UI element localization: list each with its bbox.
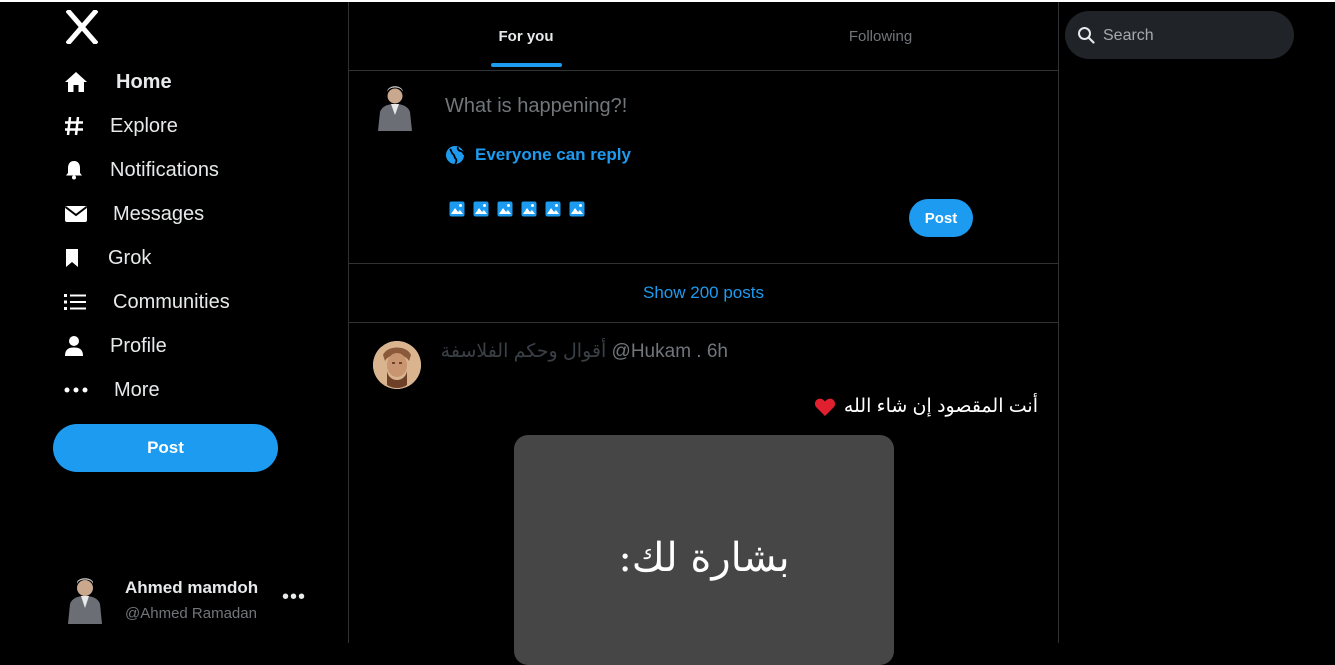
nav-item-explore[interactable]: Explore — [64, 106, 178, 146]
account-name: Ahmed mamdoh — [125, 578, 259, 597]
tweet-media[interactable]: بشارة لك: — [514, 435, 894, 665]
compose-toolbar — [449, 201, 585, 217]
image-icon[interactable] — [569, 201, 585, 217]
hashtag-icon — [64, 114, 94, 138]
nav-item-messages[interactable]: Messages — [64, 194, 204, 234]
tweet-author-name[interactable]: أقوال وحكم الفلاسفة — [441, 341, 607, 362]
compose-post-button[interactable]: Post — [909, 199, 973, 237]
sidebar-post-button[interactable]: Post — [53, 424, 278, 472]
nav-label-home: Home — [116, 70, 172, 93]
bell-icon — [64, 158, 94, 182]
list-icon — [64, 290, 94, 314]
timeline: For you Following Everyone can reply — [348, 2, 1059, 665]
timeline-tabs: For you Following — [349, 2, 1058, 71]
image-icon[interactable] — [545, 201, 561, 217]
nav-item-home[interactable]: Home — [64, 62, 172, 102]
active-tab-indicator — [491, 63, 562, 67]
red-heart-emoji-icon — [814, 398, 835, 416]
search-input[interactable] — [1101, 21, 1285, 51]
more-dots-icon — [64, 378, 94, 402]
compose-input[interactable] — [445, 95, 1005, 118]
nav-item-profile[interactable]: Profile — [64, 326, 167, 366]
nav-label-profile: Profile — [110, 334, 167, 357]
nav-label-grok: Grok — [108, 246, 152, 269]
nav-item-more[interactable]: More — [64, 370, 160, 410]
account-handle: @Ahmed Ramadan — [125, 605, 257, 622]
nav-label-notifications: Notifications — [110, 158, 219, 181]
tweet-handle-time: @Hukam . 6h — [611, 341, 728, 362]
account-switcher[interactable]: Ahmed mamdoh @Ahmed Ramadan ••• — [64, 570, 314, 626]
search-icon — [1078, 27, 1095, 44]
reply-setting-button[interactable]: Everyone can reply — [445, 145, 631, 165]
nav-item-grok[interactable]: Grok — [64, 238, 151, 278]
compose-avatar — [375, 83, 415, 131]
tab-following[interactable]: Following — [703, 2, 1058, 70]
bookmark-icon — [64, 246, 94, 270]
image-icon[interactable] — [449, 201, 465, 217]
nav-label-messages: Messages — [113, 202, 205, 225]
compose-box: Everyone can reply Post — [349, 71, 1058, 264]
tweet-text-content: أنت المقصود إن شاء الله — [843, 396, 1038, 417]
tweet-header: أقوال وحكم الفلاسفة @Hukam . 6h — [441, 340, 728, 363]
nav-item-notifications[interactable]: Notifications — [64, 150, 219, 190]
tweet-author-avatar[interactable] — [373, 341, 421, 389]
tweet-media-text: بشارة لك: — [618, 535, 790, 581]
globe-icon — [446, 146, 465, 165]
nav-label-communities: Communities — [113, 290, 230, 313]
image-icon[interactable] — [521, 201, 537, 217]
person-icon — [64, 334, 94, 358]
image-icon[interactable] — [497, 201, 513, 217]
search-bar[interactable] — [1065, 11, 1294, 59]
nav-label-explore: Explore — [110, 114, 178, 137]
image-icon[interactable] — [473, 201, 489, 217]
show-new-posts-button[interactable]: Show 200 posts — [349, 264, 1058, 323]
home-icon — [64, 70, 94, 94]
tweet-text: أنت المقصود إن شاء الله — [814, 395, 1038, 418]
reply-setting-label: Everyone can reply — [475, 145, 631, 164]
tab-for-you[interactable]: For you — [349, 2, 703, 70]
tweet[interactable]: أقوال وحكم الفلاسفة @Hukam . 6h أنت المق… — [349, 323, 1058, 665]
x-logo-icon[interactable] — [66, 10, 98, 44]
nav-item-communities[interactable]: Communities — [64, 282, 230, 322]
nav-label-more: More — [114, 378, 160, 401]
account-menu-icon[interactable]: ••• — [282, 586, 306, 609]
avatar — [64, 574, 106, 624]
envelope-icon — [64, 202, 94, 226]
